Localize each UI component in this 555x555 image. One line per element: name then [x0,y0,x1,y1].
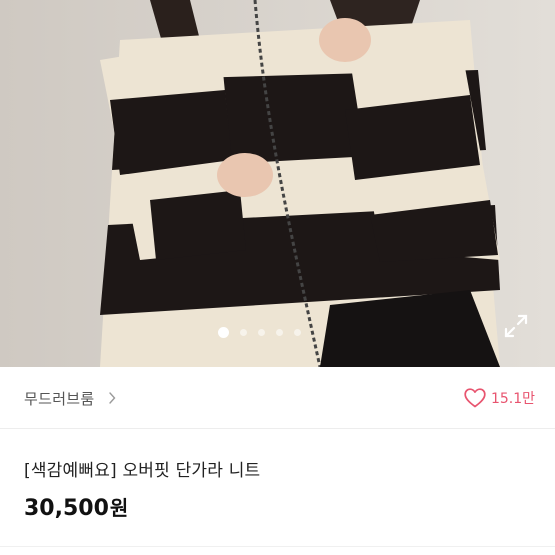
expand-icon [504,314,528,338]
product-price: 30,500 원 [24,492,128,521]
chevron-right-icon [108,392,115,404]
carousel-dot[interactable] [276,328,283,336]
heart-icon [464,388,486,408]
shop-row: 무드러브룸 15.1만 [0,367,555,429]
shop-name[interactable]: 무드러브룸 [24,388,95,409]
carousel-dot[interactable] [294,328,301,336]
carousel-dot[interactable] [240,328,247,336]
like-button[interactable]: 15.1만 [464,367,535,429]
carousel-dot[interactable] [218,326,229,338]
carousel-dot[interactable] [258,328,265,336]
expand-button[interactable] [502,312,530,340]
divider [0,546,555,547]
price-amount: 30,500 [24,496,109,521]
price-currency: 원 [109,496,129,520]
shop-link[interactable]: 무드러브룸 [24,367,116,429]
product-photo-illustration [0,0,555,367]
product-image[interactable] [0,0,555,367]
carousel-indicator [218,326,301,338]
product-title: [색감예뻐요] 오버핏 단가라 니트 [24,461,261,481]
like-count: 15.1만 [490,391,535,407]
